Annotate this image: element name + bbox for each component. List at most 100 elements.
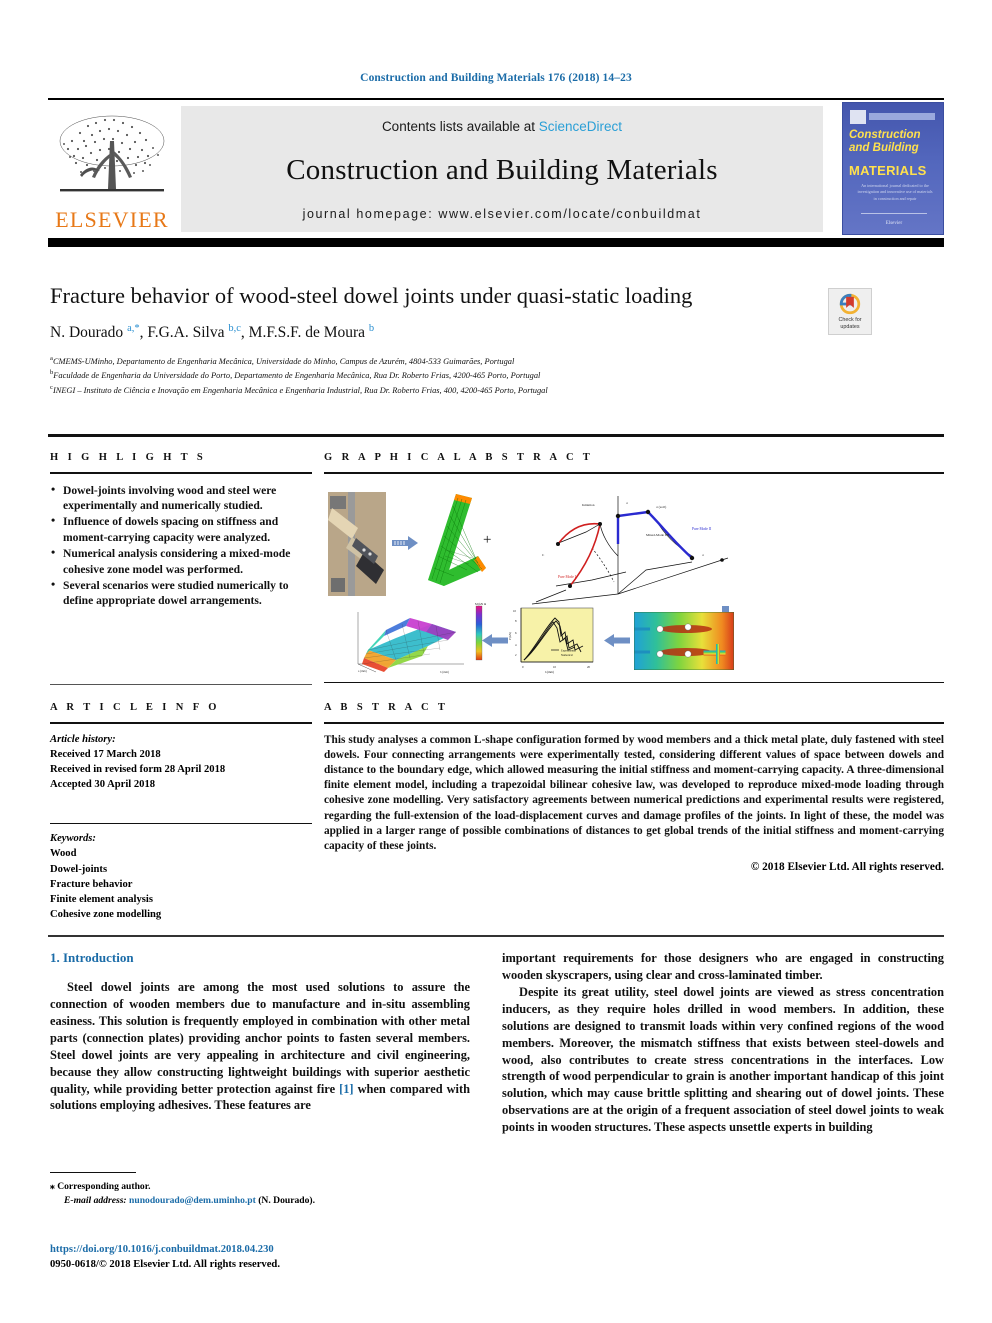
masthead-center-panel: Contents lists available at ScienceDirec… — [181, 106, 823, 232]
paper-page: Construction and Building Materials 176 … — [0, 0, 992, 1323]
cover-title-line3: MATERIALS — [849, 163, 927, 178]
article-history: Article history: Received 17 March 2018 … — [50, 732, 312, 793]
sciencedirect-link[interactable]: ScienceDirect — [539, 119, 622, 134]
body-column-left: 1. Introduction Steel dowel joints are a… — [50, 950, 470, 1114]
response-surface-plot: a (mm) b (mm) — [357, 611, 464, 674]
intro-paragraph-right-2: Despite its great utility, steel dowel j… — [502, 984, 944, 1135]
cover-title-line1: Construction and Building — [849, 129, 921, 154]
affiliation-list: aCMEMS-UMinho, Departamento de Engenhari… — [50, 354, 810, 398]
history-revised: Received in revised form 28 April 2018 — [50, 764, 226, 776]
email-link[interactable]: nunodourado@dem.uminho.pt — [129, 1195, 256, 1206]
citation-ref-1[interactable]: [1] — [339, 1082, 353, 1096]
title-bottom-rule — [48, 434, 944, 437]
abstract-rule — [324, 722, 944, 724]
abstract-copyright: © 2018 Elsevier Ltd. All rights reserved… — [750, 861, 944, 874]
doi-link[interactable]: https://doi.org/10.1016/j.conbuildmat.20… — [50, 1242, 500, 1257]
svg-text:8: 8 — [515, 619, 517, 623]
intro-paragraph-right-1: important requirements for those designe… — [502, 951, 944, 982]
masthead-top-rule — [48, 98, 944, 100]
affiliation-a: aCMEMS-UMinho, Departamento de Engenhari… — [50, 354, 515, 366]
check-for-updates-icon — [839, 293, 861, 314]
article-info-rule — [50, 722, 312, 724]
contents-available-line: Contents lists available at ScienceDirec… — [382, 119, 622, 134]
elsevier-tree-icon — [59, 115, 165, 192]
highlights-bottom-rule — [50, 684, 312, 685]
svg-text:4: 4 — [515, 643, 517, 647]
journal-masthead: ELSEVIER Contents lists available at Sci… — [48, 98, 944, 247]
keyword-item: Wood — [50, 848, 77, 860]
svg-text:20: 20 — [587, 665, 591, 669]
svg-text:M (kN m): M (kN m) — [475, 602, 486, 606]
svg-text:Experimental: Experimental — [561, 649, 576, 652]
intro-text-a: Steel dowel joints are among the most us… — [50, 980, 470, 1096]
cohesive-law-diagram: Initiation σ σ (u=0) Mixed-Mode I/II Pro… — [531, 495, 729, 608]
graphical-abstract-figure: + Initiation σ σ (u=0) Mixed-Mode I/II C… — [324, 484, 944, 676]
history-received: Received 17 March 2018 — [50, 748, 161, 760]
damage-contour-plot — [634, 611, 734, 670]
svg-text:σ (u=0): σ (u=0) — [656, 505, 666, 509]
graphical-abstract-bottom-rule — [324, 681, 944, 684]
flow-arrow-right-1 — [392, 535, 418, 550]
article-info-heading: A R T I C L E I N F O — [50, 702, 220, 713]
footnote-rule — [50, 1172, 136, 1174]
keyword-item: Finite element analysis — [50, 894, 153, 906]
corresponding-author-label: Corresponding author. — [57, 1181, 151, 1192]
contents-prefix-text: Contents lists available at — [381, 119, 539, 134]
article-info-section: A R T I C L E I N F O Article history: R… — [50, 702, 312, 923]
corresponding-author-line: ⁎ Corresponding author. — [50, 1180, 470, 1194]
abstract-text: This study analyses a common L-shape con… — [324, 733, 944, 852]
graphical-abstract-section: G R A P H I C A L A B S T R A C T + Init… — [324, 452, 944, 684]
abstract-heading: A B S T R A C T — [324, 702, 449, 713]
svg-text:0: 0 — [522, 665, 524, 669]
elsevier-logo: ELSEVIER — [48, 106, 176, 231]
svg-text:δ (mm): δ (mm) — [545, 670, 554, 674]
svg-text:10: 10 — [553, 665, 557, 669]
email-owner: (N. Dourado). — [258, 1194, 315, 1206]
svg-text:Initiation: Initiation — [582, 503, 595, 507]
svg-text:b (mm): b (mm) — [440, 670, 449, 674]
keywords-block: Keywords: Wood Dowel-joints Fracture beh… — [50, 831, 312, 923]
highlights-list: Dowel-joints involving wood and steel we… — [50, 482, 312, 609]
svg-text:P (kN): P (kN) — [509, 632, 512, 640]
highlight-item: Dowel-joints involving wood and steel we… — [50, 482, 312, 514]
svg-text:Pure Mode II: Pure Mode II — [692, 527, 712, 531]
plus-symbol: + — [483, 531, 492, 548]
history-accepted: Accepted 30 April 2018 — [50, 779, 156, 791]
issn-copyright-line: 0950-0618/© 2018 Elsevier Ltd. All right… — [50, 1259, 280, 1271]
intro-paragraph-left: Steel dowel joints are among the most us… — [50, 979, 470, 1114]
highlight-item: Several scenarios were studied numerical… — [50, 577, 312, 609]
keyword-item: Cohesive zone modelling — [50, 909, 162, 921]
email-line: E-mail address: nunodourado@dem.uminho.p… — [50, 1194, 470, 1208]
journal-cover-thumbnail: Construction and Building MATERIALS An i… — [842, 102, 944, 235]
abstract-bottom-rule — [48, 935, 944, 937]
journal-homepage-link[interactable]: journal homepage: www.elsevier.com/locat… — [303, 207, 702, 221]
affiliation-b: bFaculdade de Engenharia da Universidade… — [50, 369, 541, 381]
doi-block: https://doi.org/10.1016/j.conbuildmat.20… — [50, 1242, 500, 1272]
page-title: Fracture behavior of wood-steel dowel jo… — [50, 283, 693, 308]
crossmark-badge[interactable]: Check for updates — [828, 288, 872, 335]
surface-colorbar: M (kN m) — [475, 602, 486, 660]
highlight-item: Numerical analysis considering a mixed-m… — [50, 545, 312, 577]
section-heading-introduction: 1. Introduction — [50, 950, 134, 965]
masthead-bottom-rule — [48, 238, 944, 247]
elsevier-wordmark: ELSEVIER — [55, 207, 169, 232]
svg-text:2: 2 — [515, 653, 517, 657]
crossmark-label: Check for updates — [838, 316, 862, 330]
title-block: Fracture behavior of wood-steel dowel jo… — [50, 283, 810, 397]
cover-footer: Elsevier — [885, 221, 903, 226]
cover-blurb: An international journal dedicated to th… — [857, 183, 933, 201]
article-history-label: Article history: — [50, 733, 116, 745]
svg-text:σ: σ — [702, 553, 704, 557]
highlights-heading: H I G H L I G H T S — [50, 452, 207, 463]
svg-text:10: 10 — [513, 609, 517, 613]
highlights-section: H I G H L I G H T S Dowel-joints involvi… — [50, 452, 312, 610]
running-head: Construction and Building Materials 176 … — [360, 72, 632, 84]
graphical-abstract-rule — [324, 472, 944, 474]
load-displacement-curve: 10 8 6 4 2 0 10 20 δ (mm) P (kN) Experimental… — [509, 607, 594, 674]
svg-text:a (mm): a (mm) — [358, 669, 367, 673]
highlights-rule — [50, 472, 312, 474]
svg-text:σ: σ — [626, 501, 628, 505]
graphical-abstract-heading: G R A P H I C A L A B S T R A C T — [324, 452, 594, 463]
keywords-label: Keywords: — [50, 833, 96, 845]
journal-title: Construction and Building Materials — [286, 154, 718, 186]
